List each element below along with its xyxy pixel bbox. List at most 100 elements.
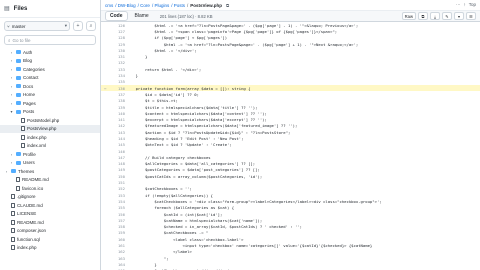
- line-number[interactable]: 144: [101, 136, 131, 141]
- line-number[interactable]: 134: [101, 73, 131, 78]
- tree-folder[interactable]: › Profile: [0, 150, 100, 159]
- tree-file[interactable]: PostsModel.php: [0, 116, 100, 125]
- tree-file[interactable]: favicon.ico: [0, 184, 100, 193]
- copy-path-icon[interactable]: ⧉: [226, 3, 229, 8]
- tree-item-label: README.md: [22, 177, 49, 183]
- line-number[interactable]: 149: [101, 167, 131, 172]
- tree-file[interactable]: index.xml: [0, 142, 100, 151]
- breadcrumb-part[interactable]: / Plugins: [152, 3, 169, 8]
- tree-file[interactable]: CLAUDE.md: [0, 201, 100, 210]
- line-text: $postCatIds = array_column($postCategori…: [131, 173, 263, 179]
- line-number[interactable]: 162: [101, 249, 131, 254]
- line-number[interactable]: 131: [101, 54, 131, 59]
- tree-folder[interactable]: › Home: [0, 91, 100, 100]
- line-number[interactable]: 137: [101, 92, 131, 97]
- chevron-right-icon: ›: [10, 92, 13, 98]
- tree-folder[interactable]: › Blog: [0, 57, 100, 66]
- line-number[interactable]: 152: [101, 186, 131, 191]
- line-number[interactable]: 157: [101, 218, 131, 223]
- tree-file[interactable]: README.md: [0, 176, 100, 185]
- line-number[interactable]: 161: [101, 243, 131, 248]
- line-number[interactable]: 129: [101, 42, 131, 47]
- tree-folder[interactable]: › Themes: [0, 167, 100, 176]
- line-text: <label class='checkbox-label'>: [131, 236, 244, 242]
- download-icon[interactable]: ⤓: [430, 12, 440, 20]
- line-text: ";: [131, 255, 169, 261]
- line-number[interactable]: 148: [101, 161, 131, 166]
- file-view: cms / DW-Blog / Core / Plugins / Posts /…: [101, 0, 480, 270]
- tree-folder[interactable]: › Docs: [0, 82, 100, 91]
- symbols-panel-icon[interactable]: ☰: [466, 12, 476, 20]
- line-number[interactable]: 135: [101, 79, 131, 84]
- tree-file[interactable]: function.sql: [0, 235, 100, 244]
- line-options-icon[interactable]: ⋯: [104, 86, 106, 91]
- line-number[interactable]: 127: [101, 29, 131, 34]
- top-link[interactable]: Top: [469, 2, 476, 8]
- line-number[interactable]: 158: [101, 224, 131, 229]
- line-number[interactable]: 143: [101, 130, 131, 135]
- tab-blame[interactable]: Blame: [130, 11, 154, 21]
- line-number[interactable]: 128: [101, 35, 131, 40]
- tree-folder[interactable]: › Users: [0, 159, 100, 168]
- line-number[interactable]: 160: [101, 237, 131, 242]
- line-number[interactable]: 156: [101, 212, 131, 217]
- tree-folder[interactable]: › Auth: [0, 48, 100, 57]
- search-files-button[interactable]: ⌕: [86, 21, 96, 31]
- raw-button[interactable]: Raw: [401, 12, 416, 20]
- file-icon: [21, 126, 25, 132]
- file-meta: 201 lines (187 loc) · 8.82 KB: [159, 13, 213, 19]
- line-number[interactable]: 126: [101, 23, 131, 28]
- go-to-file-input[interactable]: ⌕ Go to file: [4, 35, 96, 45]
- line-number[interactable]: 155: [101, 205, 131, 210]
- line-number[interactable]: 150: [101, 174, 131, 179]
- line-number[interactable]: 153: [101, 193, 131, 198]
- tree-folder[interactable]: › Pages: [0, 99, 100, 108]
- tree-file[interactable]: PostsView.php: [0, 124, 100, 133]
- tree-file[interactable]: LICENSE: [0, 210, 100, 219]
- line-number[interactable]: 133: [101, 67, 131, 72]
- tree-folder[interactable]: › Categories: [0, 65, 100, 74]
- tree-folder[interactable]: › Contact: [0, 74, 100, 83]
- line-number[interactable]: 159: [101, 230, 131, 235]
- line-number[interactable]: 142: [101, 123, 131, 128]
- breadcrumb-part[interactable]: / DW-Blog: [115, 3, 135, 8]
- arrow-up-icon[interactable]: ↑: [463, 2, 465, 8]
- line-number[interactable]: 163: [101, 256, 131, 261]
- copy-icon[interactable]: ⧉: [418, 12, 428, 20]
- tree-file[interactable]: index.php: [0, 244, 100, 253]
- line-text: $catCheckboxes = '';: [131, 186, 192, 192]
- sidebar-toggle-icon[interactable]: ▤: [4, 5, 10, 12]
- more-options-icon[interactable]: ⋯: [456, 2, 461, 8]
- branch-selector[interactable]: ⑂ master ▾: [4, 21, 70, 31]
- line-number[interactable]: 154: [101, 199, 131, 204]
- tree-file[interactable]: .gitignore: [0, 193, 100, 202]
- tree-folder[interactable]: ▾ Posts: [0, 108, 100, 117]
- breadcrumb-part[interactable]: / Posts: [171, 3, 185, 8]
- line-text: </label>: [131, 249, 192, 255]
- line-text: $postCategories = $data['post_categories…: [131, 167, 260, 173]
- line-number[interactable]: 151: [101, 180, 131, 185]
- line-number[interactable]: 164: [101, 262, 131, 267]
- line-number[interactable]: 146: [101, 149, 131, 154]
- tree-file[interactable]: README.md: [0, 218, 100, 227]
- chevron-down-icon[interactable]: ▾: [454, 12, 464, 20]
- line-number[interactable]: 147: [101, 155, 131, 160]
- file-tree: › Auth › Blog › Categories › Contact › Docs › Home ›…: [0, 48, 100, 252]
- add-file-button[interactable]: +: [73, 21, 83, 31]
- breadcrumb-part[interactable]: / Core: [138, 3, 150, 8]
- line-number[interactable]: 141: [101, 117, 131, 122]
- line-text: $catName = htmlspecialchars($cat['name']…: [131, 217, 263, 223]
- line-number[interactable]: 138: [101, 98, 131, 103]
- tab-code[interactable]: Code: [105, 11, 128, 21]
- line-number[interactable]: 132: [101, 60, 131, 65]
- line-number[interactable]: 130: [101, 48, 131, 53]
- tree-file[interactable]: index.php: [0, 133, 100, 142]
- tree-item-label: Docs: [23, 83, 34, 89]
- line-number[interactable]: 139: [101, 105, 131, 110]
- breadcrumb-repo-link[interactable]: cms: [105, 3, 113, 8]
- line-number[interactable]: 145: [101, 142, 131, 147]
- tree-item-label: function.sql: [17, 236, 40, 242]
- line-number[interactable]: 140: [101, 111, 131, 116]
- edit-icon[interactable]: ✎: [442, 12, 452, 20]
- tree-file[interactable]: composer.json: [0, 227, 100, 236]
